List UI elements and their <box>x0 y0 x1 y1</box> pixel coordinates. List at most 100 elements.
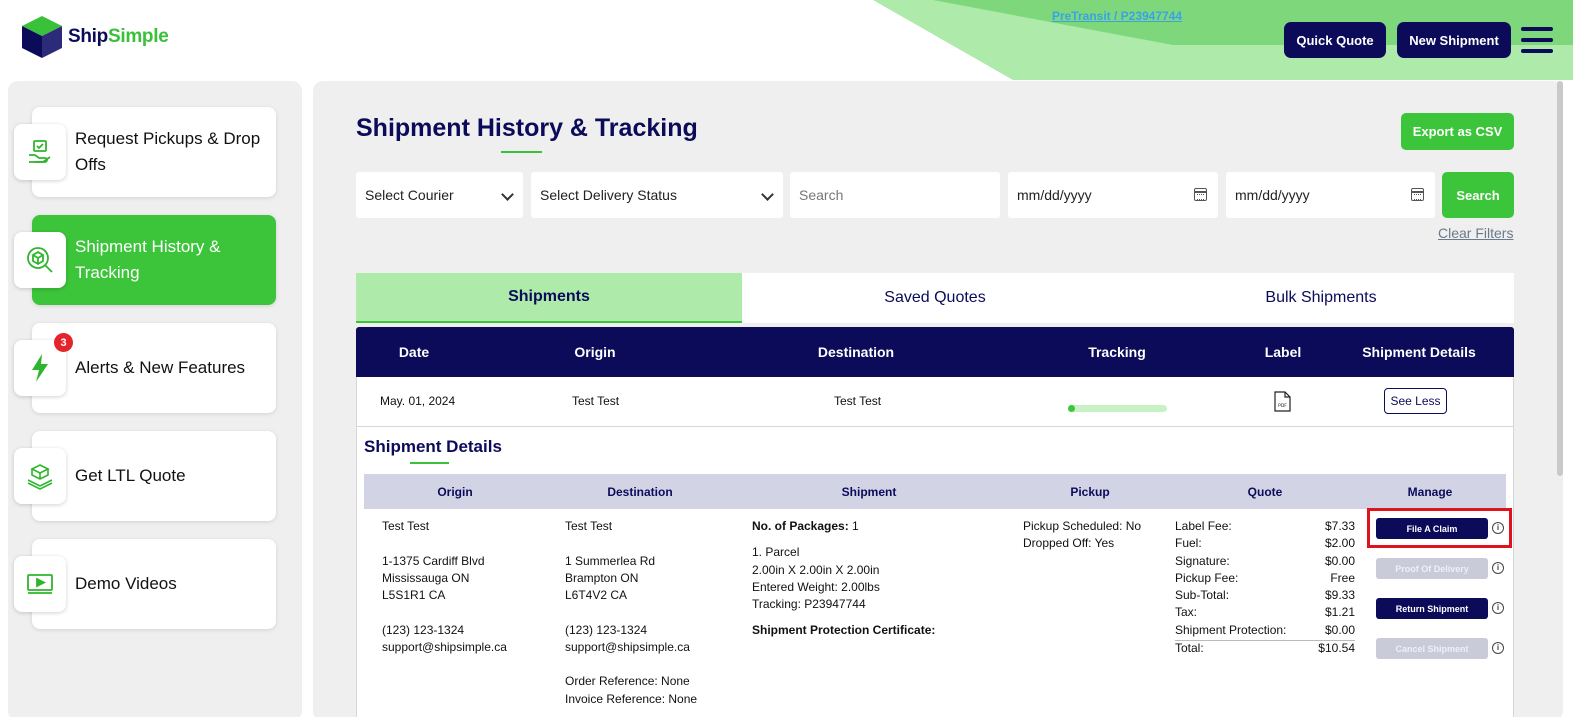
sidebar-item-ltl-quote[interactable]: Get LTL Quote <box>14 431 276 521</box>
details-header-origin: Origin <box>437 484 473 499</box>
parcel-line: 1. Parcel <box>752 545 800 559</box>
quote-value: Free <box>1330 571 1355 585</box>
details-table-header: Origin Destination Shipment Pickup Quote… <box>364 474 1506 509</box>
destination-postal: L6T4V2 CA <box>565 588 628 602</box>
package-search-icon <box>14 232 66 288</box>
delivery-status-value: Select Delivery Status <box>540 187 677 203</box>
quote-value: $0.00 <box>1324 554 1355 568</box>
quick-quote-button[interactable]: Quick Quote <box>1284 22 1386 58</box>
parcel-tracking: Tracking: P23947744 <box>752 597 866 611</box>
tab-shipments[interactable]: Shipments <box>356 273 742 323</box>
courier-select-value: Select Courier <box>365 187 454 203</box>
alerts-count-badge: 3 <box>54 333 73 352</box>
details-title-underline <box>410 462 449 464</box>
return-shipment-info-icon[interactable]: i <box>1492 602 1504 614</box>
quote-label: Label Fee: <box>1175 519 1232 533</box>
courier-select[interactable]: Select Courier <box>356 172 523 218</box>
brand-logo[interactable]: ShipSimple <box>20 14 169 60</box>
tab-saved-quotes[interactable]: Saved Quotes <box>742 273 1128 323</box>
row-origin: Test Test <box>572 394 620 408</box>
sidebar-item-demo-videos[interactable]: Demo Videos <box>14 539 276 629</box>
quote-total-row: Total: $10.54 <box>1175 640 1355 657</box>
quote-value: $0.00 <box>1324 623 1355 637</box>
origin-postal: L5S1R1 CA <box>382 588 446 602</box>
chevron-down-icon <box>501 188 514 201</box>
quote-label: Tax: <box>1175 605 1198 619</box>
quote-label: Sub-Total: <box>1175 588 1230 602</box>
hamburger-menu-icon[interactable] <box>1521 27 1553 53</box>
column-header-destination: Destination <box>817 344 895 360</box>
sidebar-item-alerts[interactable]: 3 Alerts & New Features <box>14 323 276 413</box>
cancel-shipment-info-icon[interactable]: i <box>1492 642 1504 654</box>
parcel-weight: Entered Weight: 2.00lbs <box>752 580 880 594</box>
return-shipment-button[interactable]: Return Shipment <box>1376 598 1488 619</box>
sidebar-item-label: Get LTL Quote <box>75 466 186 485</box>
parcel-dimensions: 2.00in X 2.00in X 2.00in <box>752 563 880 577</box>
invoice-reference: Invoice Reference: None <box>565 692 698 706</box>
quote-row: Pickup Fee: Free <box>1175 570 1355 587</box>
row-date: May. 01, 2024 <box>380 394 456 408</box>
date-from-value: mm/dd/yyyy <box>1017 187 1092 203</box>
calendar-icon[interactable] <box>1194 188 1207 201</box>
export-csv-button[interactable]: Export as CSV <box>1401 113 1514 150</box>
logo-cube-icon <box>22 16 62 58</box>
svg-text:PDF: PDF <box>1278 403 1287 409</box>
quote-row: Tax: $1.21 <box>1175 604 1355 621</box>
new-shipment-button[interactable]: New Shipment <box>1397 22 1511 58</box>
tracking-link[interactable]: PreTransit / P23947744 <box>1052 9 1182 23</box>
origin-name: Test Test <box>382 519 430 533</box>
date-from-input[interactable]: mm/dd/yyyy <box>1008 172 1218 218</box>
details-header-pickup: Pickup <box>1070 484 1110 499</box>
sidebar-item-label: Demo Videos <box>75 574 177 593</box>
page-title: Shipment History & Tracking <box>356 114 698 142</box>
packages-count: No. of Packages: 1 <box>752 518 859 535</box>
tab-bulk-shipments[interactable]: Bulk Shipments <box>1128 273 1514 323</box>
origin-phone: (123) 123-1324 <box>382 623 465 637</box>
clear-filters-link[interactable]: Clear Filters <box>1438 225 1513 241</box>
sidebar-item-shipment-history[interactable]: Shipment History & Tracking <box>14 215 276 305</box>
quote-label: Shipment Protection: <box>1175 623 1287 637</box>
highlight-box <box>1367 508 1512 548</box>
pdf-label-icon[interactable]: PDF <box>1274 391 1291 412</box>
app-root: ShipSimple Quick Quote New Shipment Requ… <box>0 0 1573 717</box>
page-scrollbar[interactable] <box>1557 81 1563 476</box>
shipments-table-header: Date Origin Destination Tracking Label S… <box>356 327 1514 377</box>
order-reference: Order Reference: None <box>565 674 690 688</box>
proof-of-delivery-button[interactable]: Proof Of Delivery <box>1376 558 1488 579</box>
column-header-label: Label <box>1264 344 1302 360</box>
details-header-destination: Destination <box>607 484 673 499</box>
search-button[interactable]: Search <box>1442 172 1514 218</box>
video-play-icon <box>14 556 66 612</box>
dropped-off: Dropped Off: Yes <box>1023 536 1115 550</box>
see-less-button[interactable]: See Less <box>1384 388 1447 414</box>
shipment-tabs: Shipments Saved Quotes Bulk Shipments <box>356 273 1514 323</box>
origin-city: Mississauga ON <box>382 571 470 585</box>
quote-value: $9.33 <box>1324 588 1355 602</box>
destination-city: Brampton ON <box>565 571 639 585</box>
quote-row: Shipment Protection: $0.00 <box>1175 622 1355 639</box>
title-underline <box>501 151 542 153</box>
quote-label: Fuel: <box>1175 536 1202 550</box>
proof-of-delivery-info-icon[interactable]: i <box>1492 562 1504 574</box>
origin-address: 1-1375 Cardiff Blvd <box>382 554 485 568</box>
pickup-scheduled: Pickup Scheduled: No <box>1023 519 1142 533</box>
sidebar-item-request-pickups[interactable]: Request Pickups & Drop Offs <box>14 107 276 197</box>
tracking-progress-dot <box>1068 405 1075 412</box>
column-header-tracking: Tracking <box>1088 344 1146 360</box>
cancel-shipment-button[interactable]: Cancel Shipment <box>1376 638 1488 659</box>
details-header-manage: Manage <box>1407 484 1453 499</box>
delivery-status-select[interactable]: Select Delivery Status <box>531 172 783 218</box>
quote-value: $2.00 <box>1324 536 1355 550</box>
shipment-details-title: Shipment Details <box>364 437 502 456</box>
search-placeholder: Search <box>799 187 844 203</box>
date-to-input[interactable]: mm/dd/yyyy <box>1226 172 1435 218</box>
details-header-quote: Quote <box>1247 484 1283 499</box>
search-input[interactable]: Search <box>790 172 1000 218</box>
origin-email: support@shipsimple.ca <box>382 640 507 654</box>
column-header-shipment-details: Shipment Details <box>1362 344 1476 360</box>
sidebar-item-label: Alerts & New Features <box>75 358 246 377</box>
calendar-icon[interactable] <box>1411 188 1424 201</box>
quote-row: Fuel: $2.00 <box>1175 535 1355 552</box>
quote-row: Signature: $0.00 <box>1175 553 1355 570</box>
brand-name: ShipSimple <box>68 26 169 47</box>
